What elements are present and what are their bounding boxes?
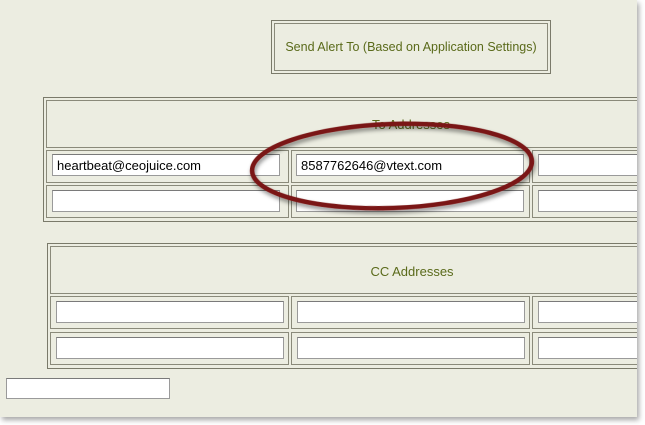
to-address-1-input[interactable]	[52, 154, 280, 176]
to-address-6-input[interactable]	[538, 190, 637, 212]
to-address-5-input[interactable]	[296, 190, 524, 212]
cc-address-4-input[interactable]	[56, 337, 284, 359]
cc-addresses-table: CC Addresses	[47, 243, 637, 369]
to-addresses-table: To Addresses	[43, 97, 637, 222]
cc-address-5-input[interactable]	[297, 337, 525, 359]
send-alert-box: Send Alert To (Based on Application Sett…	[271, 20, 551, 74]
form-panel: Send Alert To (Based on Application Sett…	[0, 0, 637, 417]
cc-address-3-input[interactable]	[538, 301, 637, 323]
cc-address-6-input[interactable]	[538, 337, 637, 359]
bottom-text-input[interactable]	[6, 378, 170, 399]
send-alert-label: Send Alert To (Based on Application Sett…	[285, 40, 537, 54]
to-addresses-heading: To Addresses	[371, 117, 451, 132]
to-address-3-input[interactable]	[538, 154, 637, 176]
to-address-4-input[interactable]	[52, 190, 280, 212]
cc-addresses-heading: CC Addresses	[370, 264, 454, 279]
cc-address-2-input[interactable]	[297, 301, 525, 323]
cc-address-1-input[interactable]	[56, 301, 284, 323]
to-address-2-input[interactable]	[296, 154, 524, 176]
